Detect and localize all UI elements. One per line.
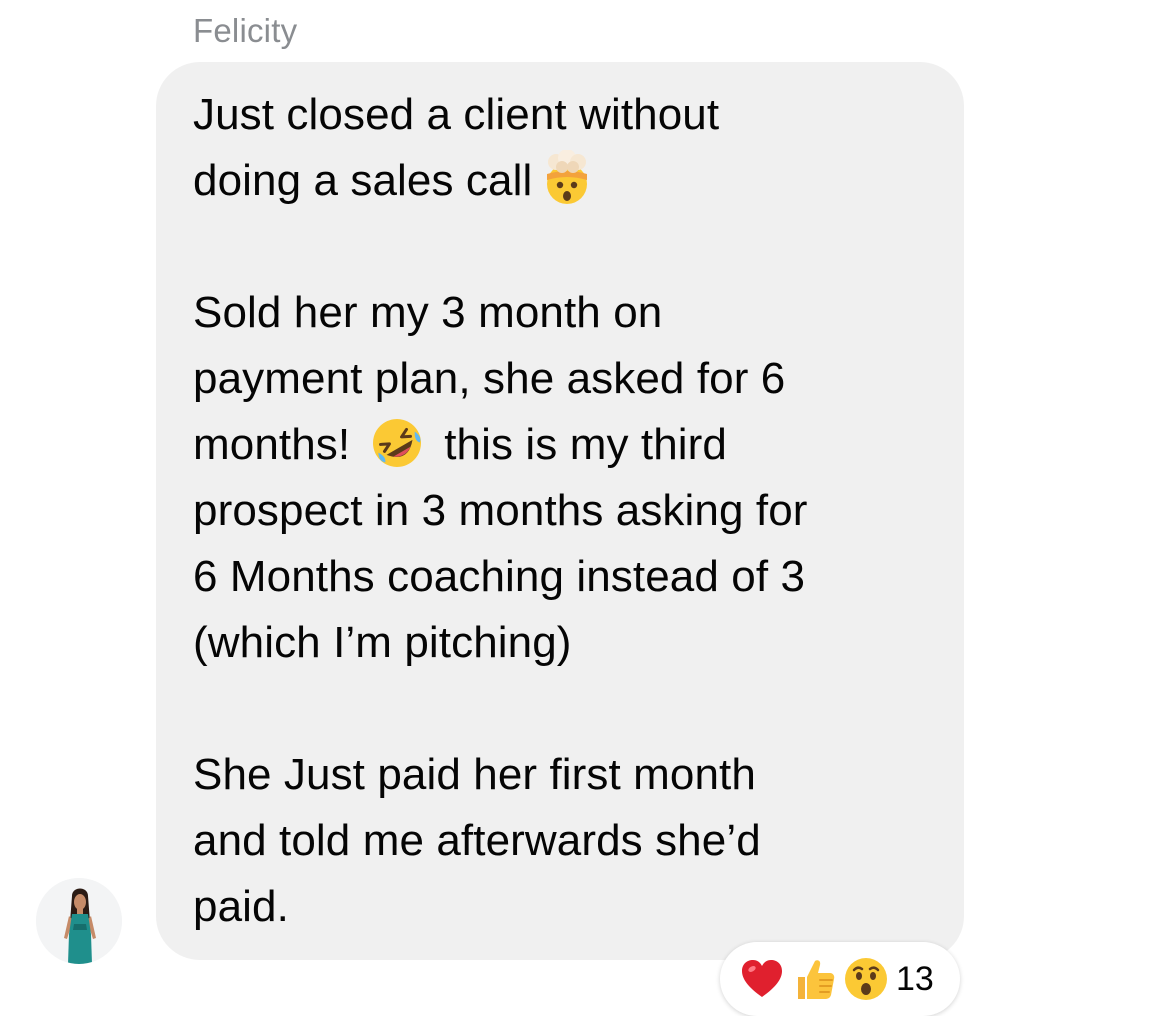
heart-icon xyxy=(738,955,786,1003)
message-line: and told me afterwards she’d xyxy=(193,816,761,865)
reaction-count: 13 xyxy=(896,959,934,998)
message-line: 6 Months coaching instead of 3 xyxy=(193,552,806,601)
avatar-portrait-icon xyxy=(36,878,122,964)
message-line: She Just paid her first month xyxy=(193,750,756,799)
message-line-text: this is my third xyxy=(444,420,727,469)
rofl-emoji-icon xyxy=(368,414,426,472)
wow-icon xyxy=(842,955,890,1003)
message-line: Just closed a client without xyxy=(193,90,720,139)
message-line: prospect in 3 months asking for xyxy=(193,486,808,535)
thumbs-up-icon xyxy=(790,955,838,1003)
message-line-text: months! xyxy=(193,420,351,469)
message-bubble[interactable]: Just closed a client without doing a sal… xyxy=(156,62,964,960)
message-line: doing a sales call xyxy=(193,148,934,214)
message-line: months! this is my third xyxy=(193,412,934,478)
message-line: Sold her my 3 month on xyxy=(193,288,663,337)
message-line: paid. xyxy=(193,882,289,931)
message-line: payment plan, she asked for 6 xyxy=(193,354,786,403)
message-line-text: doing a sales call xyxy=(193,156,533,205)
message-paragraph-1: Just closed a client without doing a sal… xyxy=(193,82,934,214)
sender-avatar[interactable] xyxy=(36,878,122,964)
message-paragraph-3: She Just paid her first month and told m… xyxy=(193,742,934,940)
message-paragraph-2: Sold her my 3 month on payment plan, she… xyxy=(193,280,934,676)
message-line: (which I’m pitching) xyxy=(193,618,572,667)
reactions-pill[interactable]: 13 xyxy=(720,942,960,1016)
exploding-head-emoji-icon xyxy=(538,150,596,208)
sender-name: Felicity xyxy=(193,12,298,49)
